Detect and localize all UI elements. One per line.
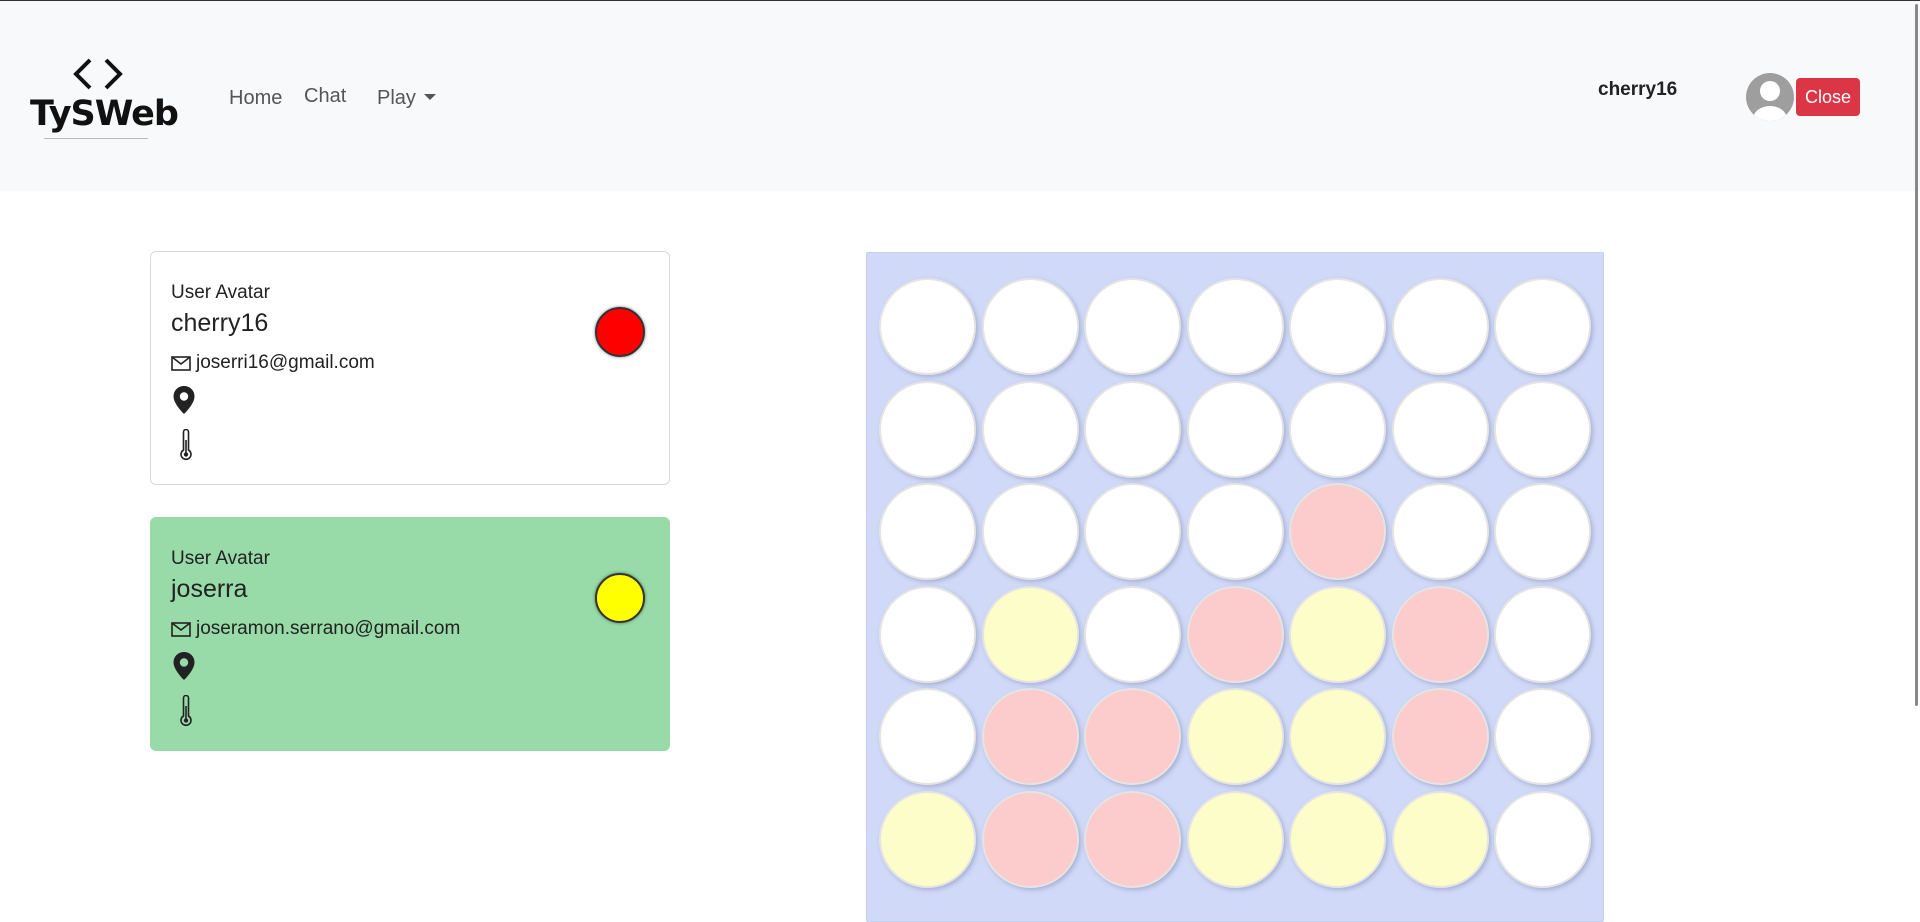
board-cell-r2-c1-empty[interactable] [879, 380, 976, 478]
logo-text: TySWeb [30, 94, 179, 134]
board-cell-r6-c2-red[interactable] [981, 790, 1079, 888]
board-cell-r4-c7-empty[interactable] [1494, 585, 1591, 683]
board-cell-r3-c2-empty[interactable] [981, 483, 1079, 580]
current-username: cherry16 [1598, 79, 1678, 100]
board-cell-r2-c2-empty[interactable] [981, 380, 1079, 478]
close-button[interactable]: Close [1796, 78, 1860, 116]
board-cell-r4-c6-red[interactable] [1391, 585, 1489, 683]
board-cell-r1-c7-empty[interactable] [1494, 278, 1591, 375]
board-cell-r4-c4-red[interactable] [1186, 585, 1284, 683]
board-cell-r4-c3-empty[interactable] [1084, 585, 1181, 683]
board-cell-r3-c1-empty[interactable] [879, 483, 976, 580]
board-cell-r3-c6-empty[interactable] [1391, 483, 1489, 580]
player-disc-red [595, 307, 645, 357]
person-silhouette-icon [1753, 81, 1787, 121]
navbar: TySWeb Home Chat Play cherry16 Close [0, 1, 1920, 191]
board-cell-r6-c7-empty[interactable] [1494, 790, 1591, 888]
board-cell-r6-c3-red[interactable] [1084, 790, 1181, 888]
player-name: cherry16 [171, 309, 269, 337]
board-cell-r2-c6-empty[interactable] [1391, 380, 1489, 478]
board-cell-r5-c7-empty[interactable] [1494, 688, 1591, 785]
location-pin-icon [173, 652, 195, 680]
logo-underline [44, 138, 148, 139]
code-brackets-icon [73, 58, 123, 90]
player-email: joserri16@gmail.com [196, 352, 375, 373]
nav-play-label: Play [377, 87, 416, 109]
player-card-1: User Avatar cherry16 joserri16@gmail.com [150, 251, 670, 485]
player-disc-yellow [595, 573, 645, 623]
board-cell-r1-c5-empty[interactable] [1289, 278, 1386, 375]
board-cell-r4-c1-empty[interactable] [879, 585, 976, 683]
board-cell-r5-c3-red[interactable] [1084, 688, 1181, 785]
caret-down-icon [423, 94, 436, 100]
thermometer-icon [180, 695, 192, 727]
board-cell-r2-c7-empty[interactable] [1494, 380, 1591, 478]
board-cell-r5-c2-red[interactable] [981, 688, 1079, 785]
board-cell-r5-c5-yellow[interactable] [1289, 688, 1386, 785]
game-board[interactable] [866, 252, 1604, 922]
envelope-icon [171, 622, 191, 637]
nav-home-link[interactable]: Home [229, 87, 282, 110]
board-cell-r5-c4-yellow[interactable] [1186, 688, 1284, 785]
user-avatar-icon[interactable] [1746, 73, 1794, 121]
board-cell-r1-c2-empty[interactable] [981, 278, 1079, 375]
nav-chat-link[interactable]: Chat [304, 85, 346, 108]
page-scrollbar-thumb[interactable] [1915, 4, 1918, 706]
board-cell-r1-c6-empty[interactable] [1391, 278, 1489, 375]
player-email: joseramon.serrano@gmail.com [196, 618, 461, 639]
board-cell-r5-c1-empty[interactable] [879, 688, 976, 785]
board-cell-r6-c1-yellow[interactable] [879, 790, 976, 888]
board-cell-r6-c5-yellow[interactable] [1289, 790, 1386, 888]
user-avatar-label: User Avatar [171, 282, 270, 303]
location-pin-icon [173, 386, 195, 414]
board-cell-r1-c4-empty[interactable] [1186, 278, 1284, 375]
player-card-2-active: User Avatar joserra joseramon.serrano@gm… [150, 517, 670, 751]
board-cell-r5-c6-red[interactable] [1391, 688, 1489, 785]
logo[interactable]: TySWeb [30, 56, 179, 146]
board-cell-r2-c5-empty[interactable] [1289, 380, 1386, 478]
board-cell-r2-c4-empty[interactable] [1186, 380, 1284, 478]
board-cell-r4-c5-yellow[interactable] [1289, 585, 1386, 683]
board-cell-r3-c3-empty[interactable] [1084, 483, 1181, 580]
user-avatar-label: User Avatar [171, 548, 270, 569]
board-cell-r3-c4-empty[interactable] [1186, 483, 1284, 580]
board-cell-r6-c6-yellow[interactable] [1391, 790, 1489, 888]
thermometer-icon [180, 429, 192, 461]
board-cell-r4-c2-yellow[interactable] [981, 585, 1079, 683]
board-cell-r1-c1-empty[interactable] [879, 278, 976, 375]
nav-play-dropdown[interactable]: Play [377, 87, 436, 110]
board-cell-r6-c4-yellow[interactable] [1186, 790, 1284, 888]
envelope-icon [171, 356, 191, 371]
board-cell-r1-c3-empty[interactable] [1084, 278, 1181, 375]
board-cell-r2-c3-empty[interactable] [1084, 380, 1181, 478]
player-name: joserra [171, 575, 248, 603]
board-cell-r3-c5-red[interactable] [1289, 483, 1386, 580]
board-cell-r3-c7-empty[interactable] [1494, 483, 1591, 580]
